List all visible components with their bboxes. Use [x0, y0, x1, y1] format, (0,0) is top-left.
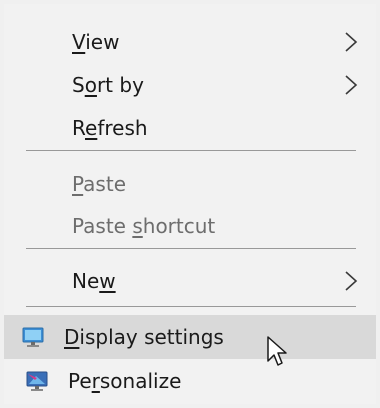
menu-item-personalize-label: Personalize	[68, 369, 182, 393]
menu-item-paste-label: Paste	[72, 172, 126, 196]
menu-item-new-label: New	[72, 269, 116, 293]
menu-item-view[interactable]: View	[8, 20, 372, 64]
chevron-right-icon	[344, 270, 358, 292]
menu-item-paste-shortcut: Paste shortcut	[8, 204, 372, 248]
desktop-context-menu: View Sort by Refresh Paste Paste shortcu…	[0, 0, 380, 408]
menu-item-refresh-label: Refresh	[72, 116, 148, 140]
menu-item-display-settings-label: Display settings	[64, 325, 224, 349]
menu-item-display-settings[interactable]: Display settings	[4, 315, 376, 359]
context-menu-panel: View Sort by Refresh Paste Paste shortcu…	[4, 4, 376, 404]
menu-item-new[interactable]: New	[8, 259, 372, 303]
menu-item-paste: Paste	[8, 162, 372, 206]
menu-separator	[26, 150, 356, 151]
menu-item-refresh[interactable]: Refresh	[8, 106, 372, 150]
chevron-right-icon	[344, 74, 358, 96]
menu-item-paste-shortcut-label: Paste shortcut	[72, 214, 216, 238]
personalize-icon	[25, 370, 49, 392]
menu-item-personalize[interactable]: Personalize	[8, 359, 372, 403]
chevron-right-icon	[344, 31, 358, 53]
menu-separator	[26, 306, 356, 307]
menu-item-sort-by-label: Sort by	[72, 73, 144, 97]
mouse-pointer-icon	[266, 335, 290, 369]
monitor-icon	[21, 326, 45, 348]
menu-separator	[26, 248, 356, 249]
menu-item-sort-by[interactable]: Sort by	[8, 63, 372, 107]
menu-item-view-label: View	[72, 30, 120, 54]
